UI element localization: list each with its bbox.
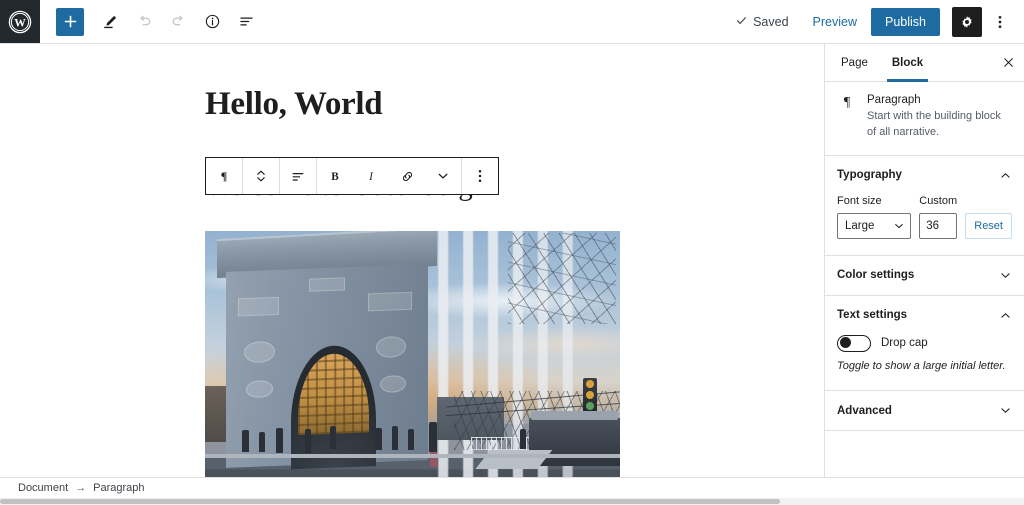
settings-sidebar: Page Block ¶ Paragraph Start with the bu…	[824, 44, 1024, 488]
block-toolbar: ¶ B I	[205, 157, 499, 195]
tab-page[interactable]: Page	[829, 44, 880, 82]
tab-block[interactable]: Block	[880, 44, 935, 82]
publish-button[interactable]: Publish	[871, 7, 940, 36]
redo-button[interactable]	[162, 6, 194, 38]
panel-text-settings: Text settings Drop cap Toggle to show a …	[825, 296, 1024, 392]
chevron-down-icon	[999, 404, 1012, 417]
chevron-up-icon	[999, 169, 1012, 182]
drop-cap-label: Drop cap	[881, 337, 928, 350]
preview-link[interactable]: Preview	[799, 15, 871, 29]
font-size-label: Font size	[837, 194, 882, 207]
post-title[interactable]: Hello, World	[205, 44, 620, 122]
bold-button[interactable]: B	[317, 158, 353, 194]
scrollbar-thumb[interactable]	[0, 499, 780, 504]
traffic-light	[583, 377, 598, 413]
panel-color-settings-title: Color settings	[837, 269, 915, 282]
pedestrian-crossing	[429, 422, 438, 468]
toggle-knob	[839, 337, 851, 349]
settings-gear-icon[interactable]	[952, 6, 982, 37]
block-card-title: Paragraph	[867, 94, 921, 106]
list-view-icon[interactable]	[230, 6, 262, 38]
align-text-icon[interactable]	[280, 158, 316, 194]
editor-footer: Document → Paragraph	[0, 477, 1024, 498]
panel-advanced-header[interactable]: Advanced	[825, 391, 1024, 430]
panel-typography-body: Font size Large Custom 36 Reset	[825, 195, 1024, 255]
panel-typography: Typography Font size Large Custom 36 Res…	[825, 156, 1024, 256]
header-tools-group	[56, 6, 262, 38]
paragraph-pilcrow-icon: ¶	[843, 95, 851, 110]
link-icon[interactable]	[389, 158, 425, 194]
reset-font-size-button[interactable]: Reset	[965, 212, 1012, 239]
svg-text:B: B	[331, 171, 339, 183]
add-block-button[interactable]	[56, 7, 84, 36]
panel-typography-title: Typography	[837, 169, 902, 182]
panel-text-settings-header[interactable]: Text settings	[825, 296, 1024, 335]
drop-cap-toggle[interactable]	[837, 334, 871, 352]
breadcrumb-item-document[interactable]: Document	[18, 482, 68, 494]
wordpress-logo-icon[interactable]: W	[0, 0, 40, 43]
panel-color-settings-header[interactable]: Color settings	[825, 256, 1024, 295]
arch-coffering	[297, 351, 370, 435]
svg-text:W: W	[14, 17, 26, 29]
arch-piers	[226, 263, 429, 469]
custom-font-size-input[interactable]	[919, 212, 958, 239]
chevron-up-icon	[999, 309, 1012, 322]
editor-canvas: Hello, World Welcome to Gutenberg!	[0, 44, 824, 488]
breadcrumb-separator-icon: →	[75, 482, 87, 494]
edit-mode-button[interactable]	[94, 6, 126, 38]
sidebar-tabs: Page Block	[825, 44, 1024, 82]
drop-cap-help-text: Toggle to show a large initial letter.	[837, 359, 1006, 372]
horizontal-scrollbar[interactable]	[0, 498, 1024, 505]
block-card-description: Start with the building block of all nar…	[867, 110, 1001, 138]
gutenberg-editor-window: W Saved Preview Publish Hello, World ¶ B…	[0, 0, 1024, 505]
checkmark-icon	[735, 14, 748, 30]
curb-line	[205, 454, 620, 459]
panel-advanced: Advanced	[825, 391, 1024, 432]
panel-color-settings: Color settings	[825, 256, 1024, 296]
font-size-select[interactable]: Large	[837, 212, 912, 239]
block-type-button[interactable]: ¶	[206, 158, 242, 194]
info-circle-icon[interactable]	[196, 6, 228, 38]
chevron-down-icon	[999, 269, 1012, 282]
more-rich-text-chevron-down-icon[interactable]	[425, 158, 461, 194]
panel-text-settings-body: Drop cap Toggle to show a large initial …	[825, 334, 1024, 390]
block-info-card: ¶ Paragraph Start with the building bloc…	[825, 82, 1024, 156]
italic-button[interactable]: I	[353, 158, 389, 194]
panel-typography-header[interactable]: Typography	[825, 156, 1024, 195]
undo-button[interactable]	[128, 6, 160, 38]
saved-label: Saved	[753, 14, 789, 29]
washington-square-arch-photo	[205, 230, 620, 488]
svg-text:¶: ¶	[221, 169, 227, 183]
saved-status[interactable]: Saved	[725, 14, 798, 30]
image-block[interactable]	[205, 230, 620, 488]
block-options-kebab-icon[interactable]	[462, 158, 498, 194]
post-content: Hello, World Welcome to Gutenberg!	[205, 44, 620, 488]
panel-text-settings-title: Text settings	[837, 309, 908, 322]
svg-text:I: I	[368, 171, 374, 183]
close-sidebar-x-icon[interactable]	[992, 44, 1024, 82]
header-actions-group: Saved Preview Publish	[725, 6, 1024, 37]
breadcrumb: Document → Paragraph	[0, 482, 145, 494]
custom-font-size-label: Custom	[919, 194, 958, 207]
arch-opening	[290, 344, 376, 469]
panel-advanced-title: Advanced	[837, 404, 892, 417]
move-block-button[interactable]	[243, 158, 279, 194]
bare-tree-branches	[507, 233, 616, 325]
header-more-menu-button[interactable]	[986, 7, 1014, 37]
breadcrumb-item-paragraph[interactable]: Paragraph	[93, 482, 144, 494]
editor-header: W Saved Preview Publish	[0, 0, 1024, 44]
arch-structure	[217, 230, 438, 469]
